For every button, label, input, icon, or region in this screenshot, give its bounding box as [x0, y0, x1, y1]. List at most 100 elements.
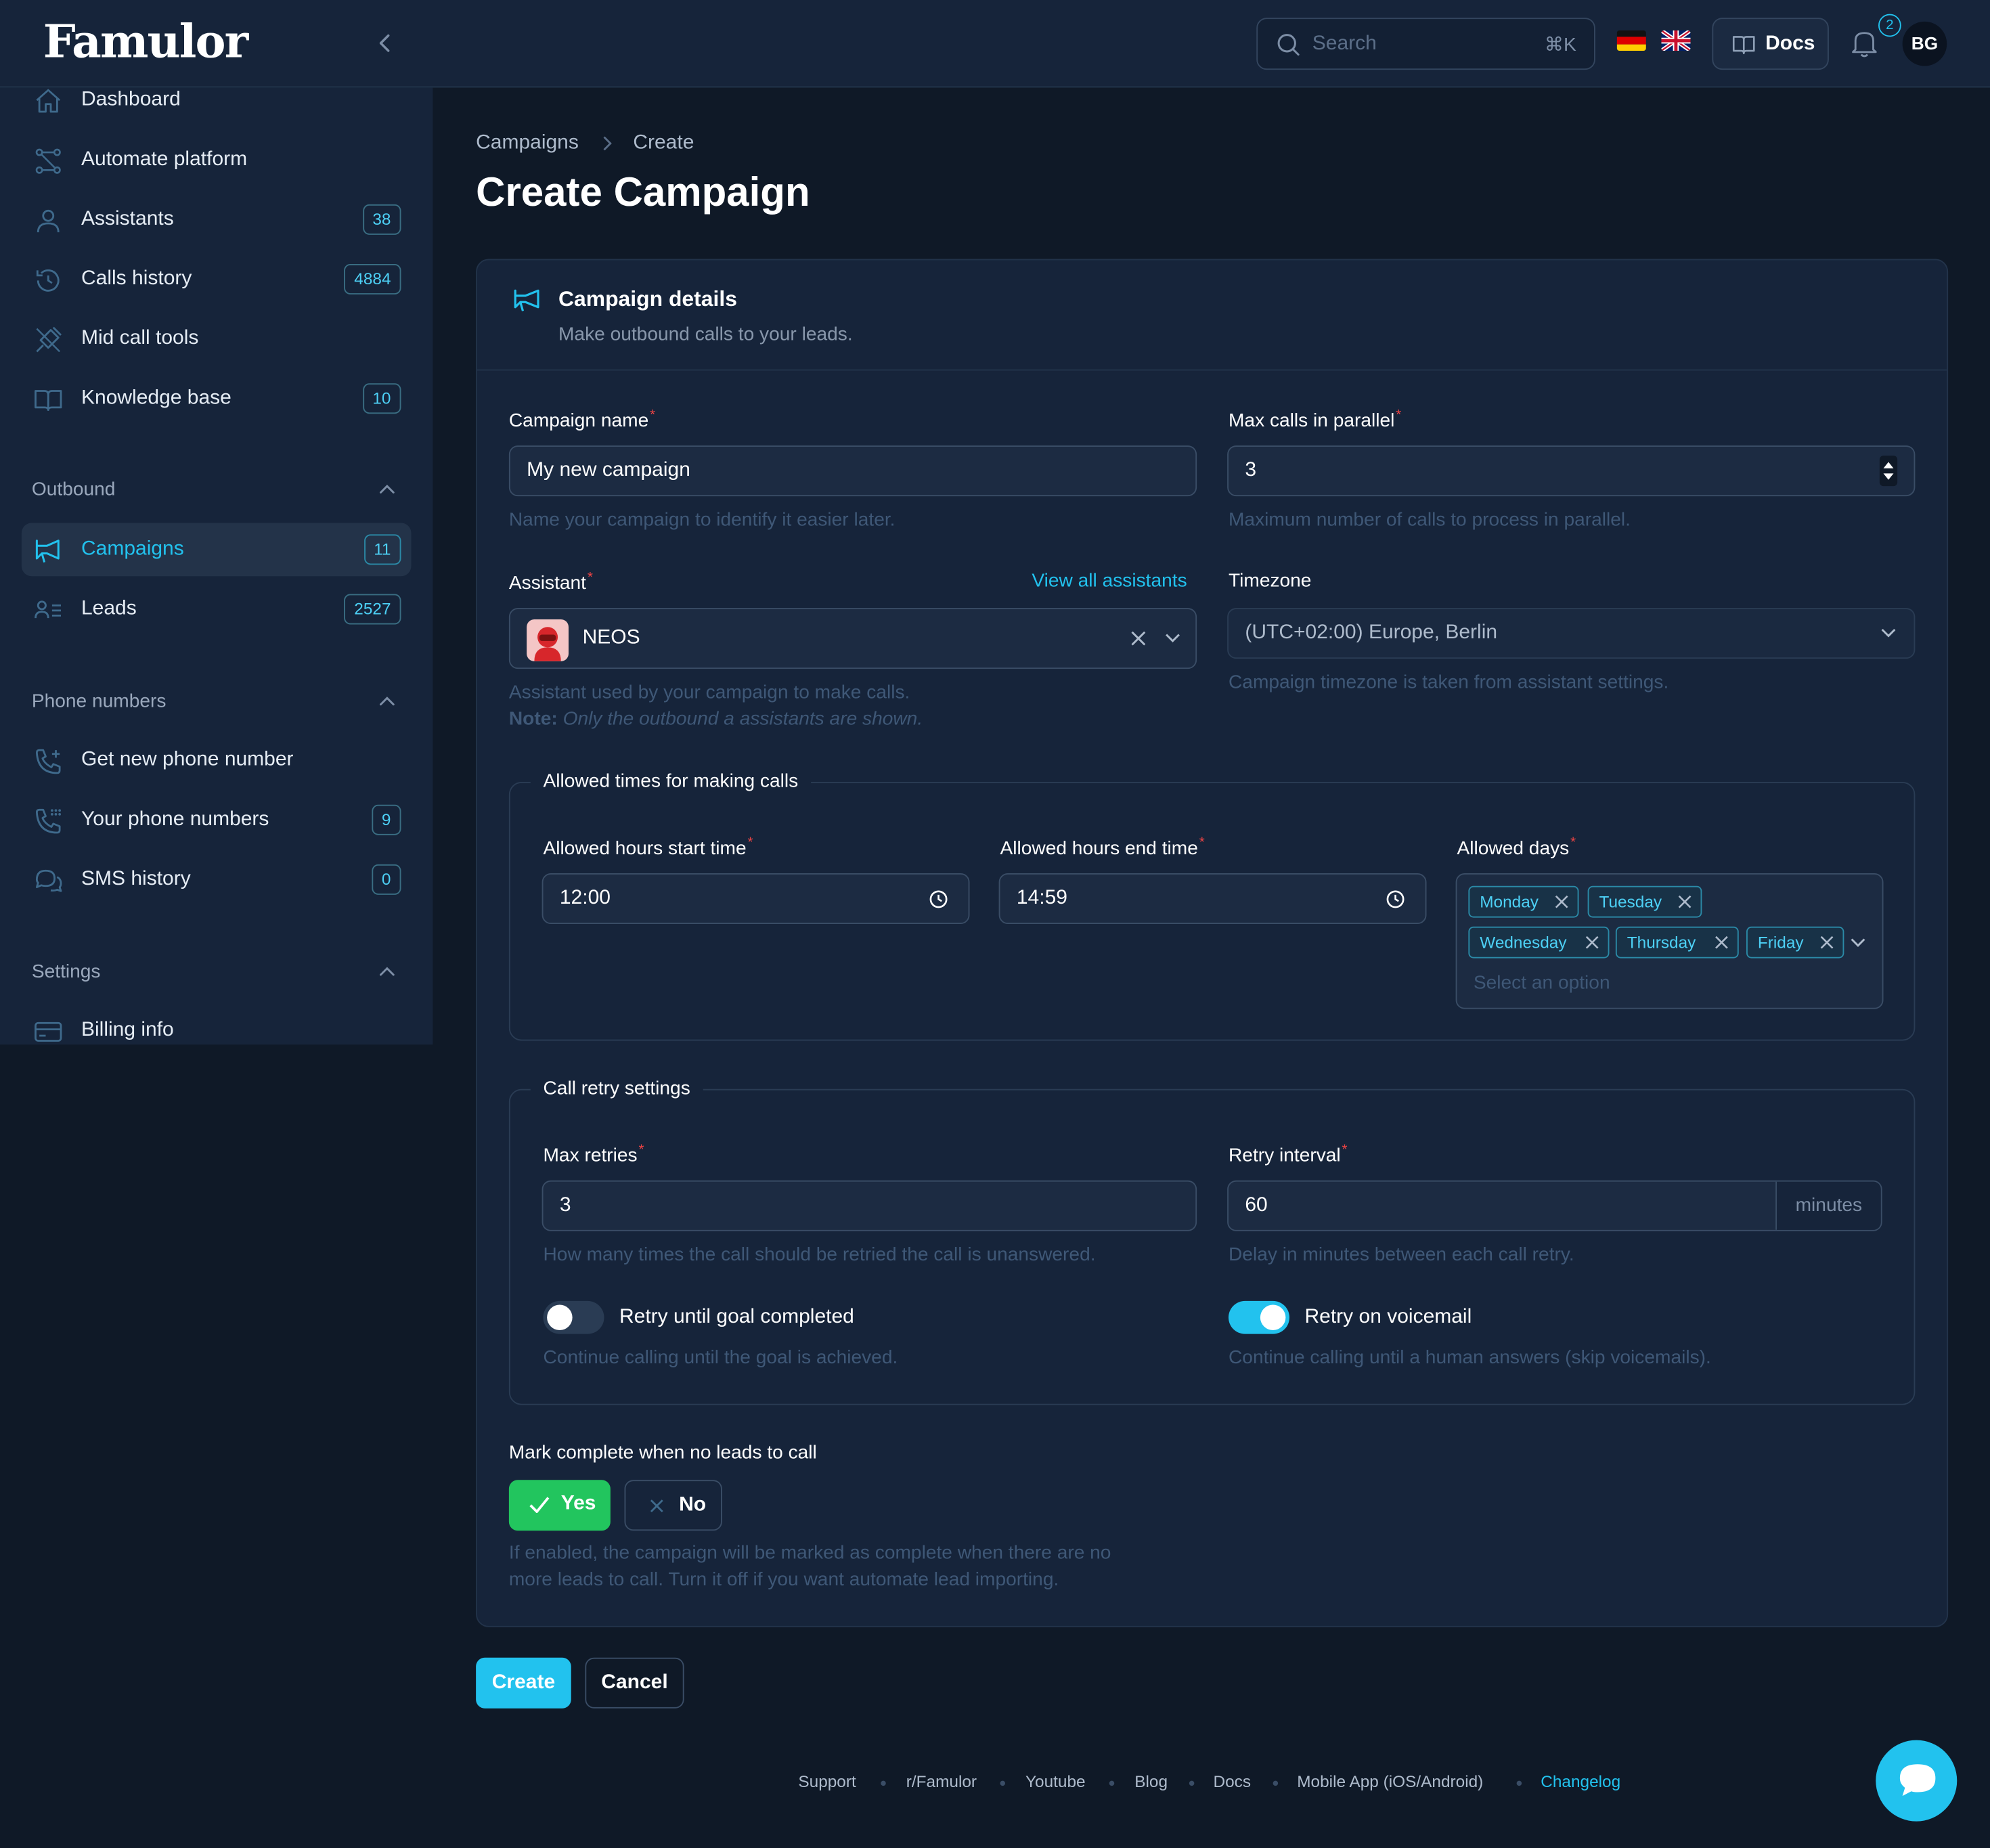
breadcrumb-current: Create [633, 132, 694, 154]
remove-icon[interactable] [1820, 936, 1834, 950]
footer-link-docs[interactable]: Docs [1214, 1772, 1252, 1791]
days-placeholder: Select an option [1473, 972, 1610, 994]
footer-link-mobile-app[interactable]: Mobile App (iOS/Android) [1297, 1772, 1483, 1791]
cancel-button[interactable]: Cancel [585, 1657, 684, 1709]
sidebar-item-campaigns[interactable]: Campaigns 11 [21, 523, 412, 577]
breadcrumb-parent[interactable]: Campaigns [476, 132, 579, 154]
sidebar-item-sms-history[interactable]: SMS history 0 [22, 853, 412, 906]
phone-grid-icon [33, 806, 64, 837]
chevron-up-icon[interactable] [378, 483, 396, 496]
day-chip-friday[interactable]: Friday [1746, 926, 1844, 959]
max-retries-label: Max retries * [543, 1142, 644, 1167]
number-stepper-icon[interactable] [1879, 456, 1898, 487]
footer-link-blog[interactable]: Blog [1134, 1772, 1168, 1791]
footer-link-support[interactable]: Support [798, 1772, 856, 1791]
notifications-bell-icon[interactable] [1851, 28, 1878, 58]
footer-link-reddit[interactable]: r/Famulor [906, 1772, 977, 1791]
day-chip-monday[interactable]: Monday [1468, 885, 1579, 918]
sidebar-item-label: Get new phone number [81, 749, 294, 771]
sidebar-item-label: Dashboard [81, 89, 181, 111]
max-calls-input[interactable]: 3 [1227, 445, 1916, 497]
mark-complete-no-button[interactable]: No [624, 1480, 722, 1531]
max-retries-input[interactable]: 3 [541, 1180, 1197, 1231]
user-avatar[interactable]: BG [1902, 21, 1947, 66]
remove-icon[interactable] [1678, 895, 1692, 909]
end-time-input[interactable]: 14:59 [998, 873, 1427, 924]
separator-dot [1189, 1780, 1195, 1786]
chevron-up-icon[interactable] [378, 965, 396, 977]
campaign-name-input[interactable]: My new campaign [508, 445, 1197, 497]
day-chip-tuesday[interactable]: Tuesday [1587, 885, 1702, 918]
chat-icon [33, 866, 64, 896]
sidebar-item-label: Calls history [81, 267, 192, 290]
sidebar-item-label: Knowledge base [81, 387, 231, 409]
collapse-sidebar-icon[interactable] [372, 30, 397, 56]
assistant-select[interactable]: NEOS [508, 608, 1197, 669]
remove-icon[interactable] [1555, 895, 1569, 909]
sidebar-item-get-new-phone-number[interactable]: Get new phone number [22, 734, 412, 787]
assistant-label: Assistant * [508, 569, 593, 594]
campaign-name-label: Campaign name * [508, 407, 656, 432]
start-time-input[interactable]: 12:00 [541, 873, 970, 924]
retry-interval-value: 60 [1245, 1194, 1268, 1216]
sidebar-item-assistants[interactable]: Assistants 38 [22, 193, 412, 246]
retry-interval-hint: Delay in minutes between each call retry… [1229, 1244, 1574, 1266]
remove-icon[interactable] [1715, 936, 1729, 950]
create-button[interactable]: Create [476, 1657, 571, 1709]
app-logo[interactable]: Famulor [43, 16, 248, 69]
sidebar-item-leads[interactable]: Leads 2527 [22, 583, 412, 636]
count-badge: 9 [371, 804, 401, 835]
sidebar-item-label: Automate platform [81, 148, 248, 171]
docs-button[interactable]: Docs [1712, 18, 1829, 70]
sidebar-item-knowledge-base[interactable]: Knowledge base 10 [22, 372, 412, 425]
sidebar-item-label: Your phone numbers [81, 808, 269, 831]
timezone-label: Timezone [1229, 569, 1312, 592]
german-flag-icon[interactable] [1616, 30, 1646, 51]
day-chip-thursday[interactable]: Thursday [1615, 926, 1739, 959]
count-badge: 4884 [344, 264, 401, 294]
flow-icon [33, 146, 64, 177]
chevron-up-icon[interactable] [378, 695, 396, 707]
max-retries-value: 3 [559, 1194, 571, 1216]
uk-flag-icon[interactable] [1661, 30, 1691, 51]
tools-icon [33, 325, 64, 355]
chat-widget-button[interactable] [1876, 1740, 1958, 1822]
notification-count-badge: 2 [1878, 14, 1901, 37]
timezone-select[interactable]: (UTC+02:00) Europe, Berlin [1227, 608, 1916, 659]
sidebar-item-your-phone-numbers[interactable]: Your phone numbers 9 [22, 793, 412, 847]
clear-icon[interactable] [1131, 631, 1147, 646]
app-root: Famulor Search ⌘K Docs 2 BG Dashboard Au… [0, 0, 1990, 1848]
separator-dot [1109, 1780, 1115, 1786]
assistant-note: Note: Only the outbound a assistants are… [508, 708, 923, 730]
sidebar-item-dashboard[interactable]: Dashboard [22, 74, 412, 127]
day-chip-wednesday[interactable]: Wednesday [1468, 926, 1610, 959]
sidebar-item-billing-info[interactable]: Billing info [22, 1004, 412, 1044]
view-all-assistants-link[interactable]: View all assistants [1032, 570, 1187, 592]
sidebar-item-mid-call-tools[interactable]: Mid call tools [22, 312, 412, 366]
retry-until-goal-toggle[interactable] [543, 1300, 604, 1334]
search-placeholder: Search [1312, 32, 1377, 55]
chevron-right-icon [602, 135, 613, 151]
chevron-down-icon [1881, 628, 1897, 638]
megaphone-icon [512, 286, 545, 316]
sidebar: Dashboard Automate platform Assistants 3… [0, 87, 433, 1045]
retry-on-voicemail-toggle[interactable] [1229, 1300, 1289, 1334]
chevron-down-icon[interactable] [1165, 634, 1180, 644]
remove-icon[interactable] [1585, 936, 1599, 950]
allowed-days-multiselect[interactable]: Monday Tuesday Wednesday Thursday Friday [1455, 873, 1884, 1009]
search-input[interactable]: Search ⌘K [1256, 18, 1595, 70]
mark-complete-label: Mark complete when no leads to call [508, 1442, 817, 1464]
retry-on-voicemail-hint: Continue calling until a human answers (… [1229, 1346, 1711, 1369]
footer-link-changelog[interactable]: Changelog [1541, 1772, 1620, 1791]
retry-until-goal-label: Retry until goal completed [619, 1306, 854, 1328]
sidebar-item-calls-history[interactable]: Calls history 4884 [22, 252, 412, 306]
mark-complete-yes-button[interactable]: Yes [508, 1480, 611, 1531]
leads-icon [33, 595, 64, 625]
clock-icon [1386, 889, 1405, 908]
home-icon [33, 87, 64, 117]
sidebar-item-automate-platform[interactable]: Automate platform [22, 133, 412, 187]
chevron-down-icon[interactable] [1851, 938, 1866, 948]
footer-link-youtube[interactable]: Youtube [1025, 1772, 1086, 1791]
check-icon [529, 1497, 550, 1513]
retry-interval-input[interactable]: 60 minutes [1227, 1180, 1882, 1231]
